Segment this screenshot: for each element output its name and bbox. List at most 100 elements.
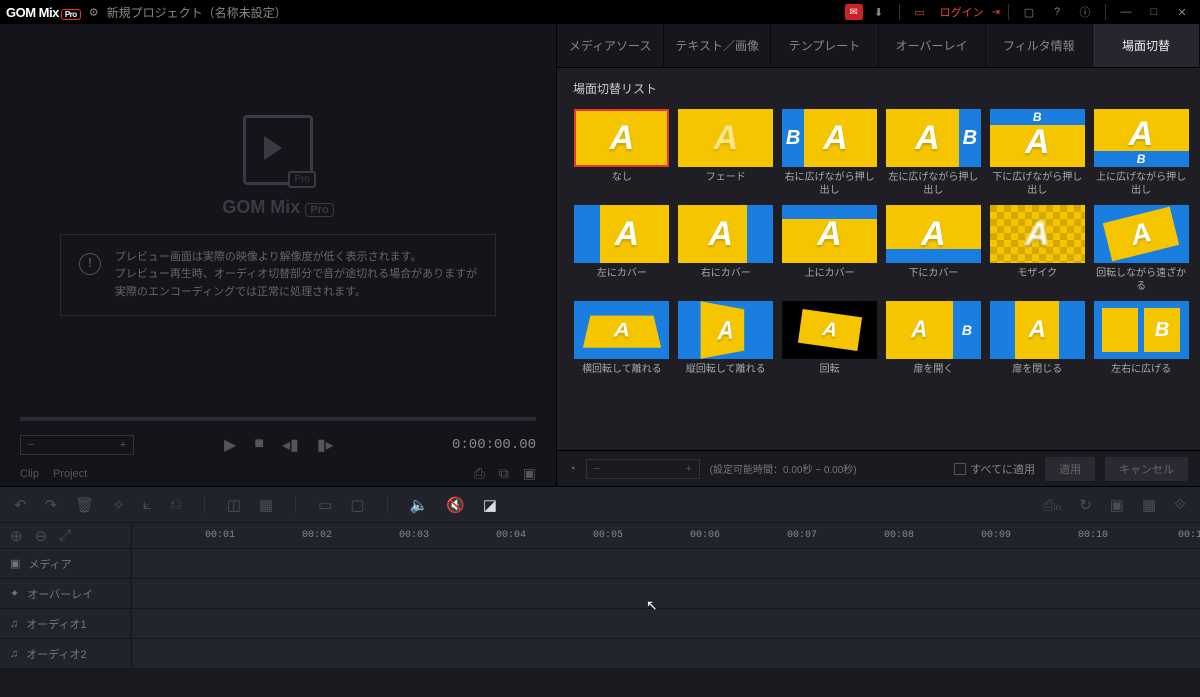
timeline: ↶ ↷ 🗑 ✧ ⟀ ⎌ ◫ ▦ ▭ ▢ 🔈 🔇 ◪ ⎙ₙ ↻ ▣ ▦ ⟐ ⊕ ⊖… <box>0 486 1200 669</box>
timeline-track[interactable]: ♫ オーディオ2 <box>0 639 1200 669</box>
stop-button[interactable]: ■ <box>254 435 264 455</box>
ruler-mark: 00:01 <box>205 530 235 541</box>
undo-icon[interactable]: ↶ <box>14 496 27 514</box>
zoom-out-icon[interactable]: − <box>21 439 41 451</box>
transition-item[interactable]: A回転 <box>781 301 879 389</box>
group-icon[interactable]: ▦ <box>259 496 273 514</box>
info-circle-icon: ! <box>79 253 101 275</box>
refresh-icon[interactable]: ↻ <box>1079 496 1092 514</box>
video-icon[interactable]: ▭ <box>318 496 332 514</box>
notification-icon[interactable]: ✉ <box>845 4 863 20</box>
transition-item[interactable]: Aなし <box>573 109 671 197</box>
ruler-mark: 00:03 <box>399 530 429 541</box>
transition-item[interactable]: BA右に広げながら押し出し <box>781 109 879 197</box>
timeline-ruler[interactable]: 00:0100:0200:0300:0400:0500:0600:0700:08… <box>132 523 1200 548</box>
help-icon[interactable]: ? <box>1045 2 1069 22</box>
transition-item[interactable]: A回転しながら遠ざかる <box>1092 205 1190 293</box>
split-icon[interactable]: ⎌ <box>170 496 182 513</box>
transition-label: 回転 <box>820 363 840 389</box>
gear-icon[interactable]: ⚙ <box>89 6 99 19</box>
fx-icon[interactable]: ✧ <box>112 496 125 514</box>
snapshot-icon[interactable]: ⎙ <box>474 465 485 482</box>
render-icon[interactable]: ⟐ <box>1174 496 1186 513</box>
tab-0[interactable]: メディアソース <box>557 24 664 67</box>
transition-item[interactable]: AB左に広げながら押し出し <box>885 109 983 197</box>
image-icon[interactable]: ▢ <box>350 496 364 514</box>
preview-brand: GOM Mix Pro <box>222 197 333 218</box>
delete-icon[interactable]: 🗑 <box>75 496 94 514</box>
timeline-track[interactable]: ▣メディア <box>0 549 1200 579</box>
user-icon[interactable]: ▭ <box>908 2 932 22</box>
tab-3[interactable]: オーバーレイ <box>879 24 986 67</box>
transition-item[interactable]: A上にカバー <box>781 205 879 293</box>
transition-item[interactable]: A左にカバー <box>573 205 671 293</box>
transition-item[interactable]: A縦回転して離れる <box>677 301 775 389</box>
transition-item[interactable]: B左右に広げる <box>1092 301 1190 389</box>
transition-item[interactable]: A右にカバー <box>677 205 775 293</box>
transition-label: 右にカバー <box>701 267 751 293</box>
fit-timeline-icon[interactable]: ⤢ <box>59 527 71 544</box>
transition-label: 左右に広げる <box>1111 363 1171 389</box>
cut-icon[interactable]: ⟀ <box>143 496 152 513</box>
prev-frame-button[interactable]: ◂▮ <box>282 435 299 455</box>
overlay-tool-icon[interactable]: ◪ <box>483 496 497 514</box>
screen-icon[interactable]: ▢ <box>1017 2 1041 22</box>
timeline-track[interactable]: ♫オーディオ1 <box>0 609 1200 639</box>
zoom-control[interactable]: − + <box>20 435 134 455</box>
cancel-button[interactable]: キャンセル <box>1105 457 1188 481</box>
audio-icon[interactable]: 🔈 <box>410 496 429 514</box>
panel-header: 場面切替リスト <box>557 68 1200 109</box>
aspect-icon[interactable]: ▣ <box>523 465 536 482</box>
transition-label: 左に広げながら押し出し <box>885 171 983 197</box>
app-logo: GOM MixPro <box>6 5 81 20</box>
tab-4[interactable]: フィルタ情報 <box>986 24 1093 67</box>
duration-plus-icon[interactable]: + <box>679 463 699 475</box>
track-label: オーディオ2 <box>26 646 86 662</box>
transition-item[interactable]: AB上に広げながら押し出し <box>1092 109 1190 197</box>
apply-all-checkbox[interactable]: すべてに適用 <box>954 461 1035 477</box>
zoom-in-timeline-icon[interactable]: ⊕ <box>10 527 23 545</box>
info-icon[interactable]: ⓘ <box>1073 2 1097 22</box>
export-icon[interactable]: ▣ <box>1110 496 1124 514</box>
transition-item[interactable]: AB扉を開く <box>885 301 983 389</box>
download-icon[interactable]: ⬇ <box>867 2 891 22</box>
transition-item[interactable]: A扉を閉じる <box>988 301 1086 389</box>
transition-label: 縦回転して離れる <box>686 363 766 389</box>
tab-2[interactable]: テンプレート <box>771 24 878 67</box>
transition-item[interactable]: Aモザイク <box>988 205 1086 293</box>
zoom-out-timeline-icon[interactable]: ⊖ <box>35 527 48 545</box>
crop-icon[interactable]: ⧉ <box>499 465 509 482</box>
transition-item[interactable]: Aフェード <box>677 109 775 197</box>
settings-icon[interactable]: ▦ <box>1142 496 1156 514</box>
transition-item[interactable]: A下にカバー <box>885 205 983 293</box>
duration-control[interactable]: − + <box>586 459 700 479</box>
transition-item[interactable]: A横回転して離れる <box>573 301 671 389</box>
maximize-button[interactable]: □ <box>1142 2 1166 22</box>
transition-label: フェード <box>706 171 746 197</box>
track-label: メディア <box>28 556 71 572</box>
tab-1[interactable]: テキスト／画像 <box>664 24 771 67</box>
apply-button[interactable]: 適用 <box>1045 457 1095 481</box>
timeline-track[interactable]: ✦オーバーレイ <box>0 579 1200 609</box>
transition-label: 回転しながら遠ざかる <box>1092 267 1190 293</box>
close-button[interactable]: ✕ <box>1170 2 1194 22</box>
transition-label: なし <box>612 171 632 197</box>
crop-tool-icon[interactable]: ◫ <box>227 496 241 514</box>
zoom-in-icon[interactable]: + <box>113 439 133 451</box>
ruler-mark: 00:06 <box>690 530 720 541</box>
transition-item[interactable]: BA下に広げながら押し出し <box>988 109 1086 197</box>
mute-icon[interactable]: 🔇 <box>446 496 465 514</box>
clip-tab[interactable]: Clip <box>20 468 39 480</box>
next-frame-button[interactable]: ▮▸ <box>317 435 334 455</box>
marker-icon[interactable]: ⎙ₙ <box>1043 496 1061 514</box>
minimize-button[interactable]: — <box>1114 2 1138 22</box>
tab-5[interactable]: 場面切替 <box>1093 24 1200 67</box>
redo-icon[interactable]: ↷ <box>45 496 58 514</box>
login-link[interactable]: ログイン <box>940 4 984 20</box>
duration-minus-icon[interactable]: − <box>587 463 607 475</box>
project-tab[interactable]: Project <box>53 468 87 480</box>
transition-label: 右に広げながら押し出し <box>781 171 879 197</box>
play-button[interactable]: ▶ <box>224 435 236 455</box>
seek-bar[interactable] <box>20 417 536 421</box>
track-type-icon: ♫ <box>10 648 18 660</box>
